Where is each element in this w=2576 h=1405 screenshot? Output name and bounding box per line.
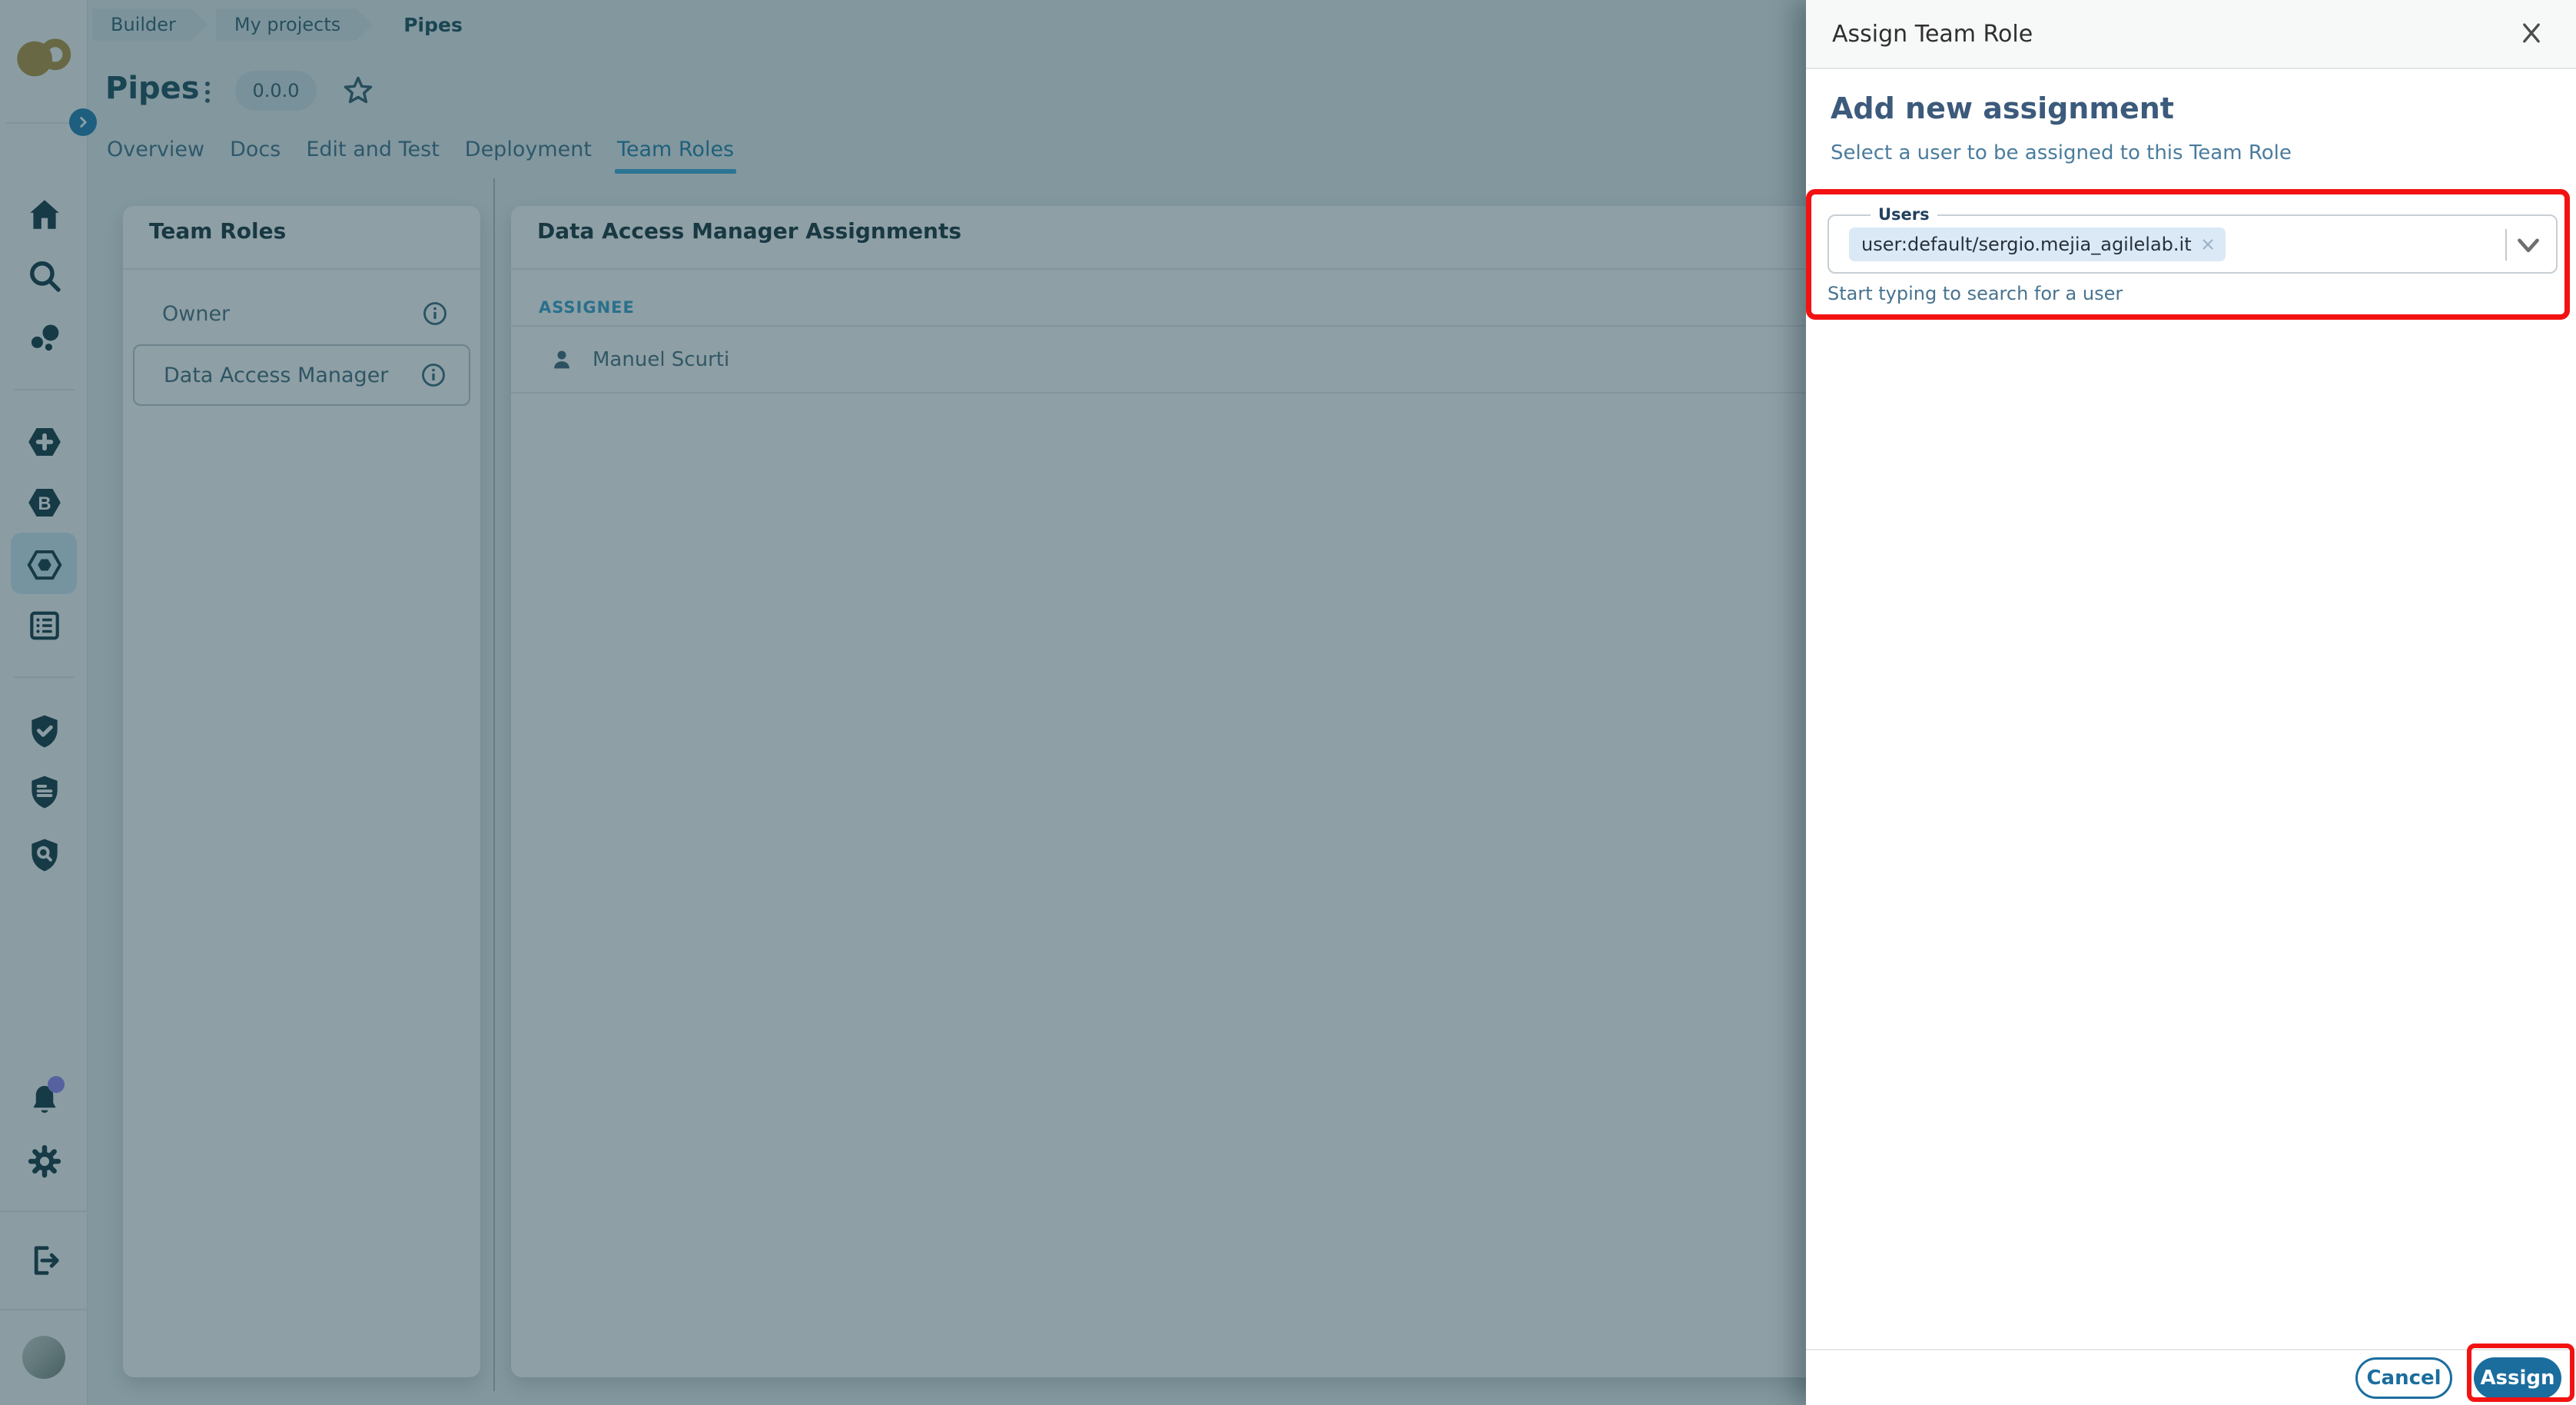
- chip-close-icon: [2199, 236, 2216, 253]
- drawer-close-button[interactable]: [2515, 17, 2548, 51]
- users-field-helper-text: Start typing to search for a user: [1827, 283, 2123, 304]
- field-separator: [2505, 229, 2507, 261]
- assign-button[interactable]: Assign: [2474, 1357, 2561, 1399]
- users-select-field[interactable]: Users user:default/sergio.mejia_agilelab…: [1827, 214, 2558, 274]
- app-root: B: [0, 0, 2576, 1405]
- assign-team-role-drawer: Assign Team Role Add new assignment Sele…: [1806, 0, 2576, 1405]
- drawer-heading: Add new assignment: [1831, 91, 2174, 125]
- users-dropdown-button[interactable]: [2515, 234, 2544, 257]
- selected-user-chip-label: user:default/sergio.mejia_agilelab.it: [1861, 234, 2192, 255]
- drawer-footer: Cancel Assign: [1806, 1349, 2576, 1405]
- drawer-scrim[interactable]: [0, 0, 1806, 1405]
- drawer-title: Assign Team Role: [1832, 21, 2033, 48]
- cancel-button[interactable]: Cancel: [2355, 1357, 2452, 1399]
- drawer-header: Assign Team Role: [1806, 0, 2576, 69]
- chevron-down-icon: [2515, 236, 2542, 256]
- drawer-subheading: Select a user to be assigned to this Tea…: [1831, 141, 2292, 164]
- close-icon: [2516, 18, 2547, 48]
- users-field-label: Users: [1871, 205, 1937, 224]
- remove-user-button[interactable]: [2199, 236, 2216, 253]
- selected-user-chip[interactable]: user:default/sergio.mejia_agilelab.it: [1849, 228, 2226, 261]
